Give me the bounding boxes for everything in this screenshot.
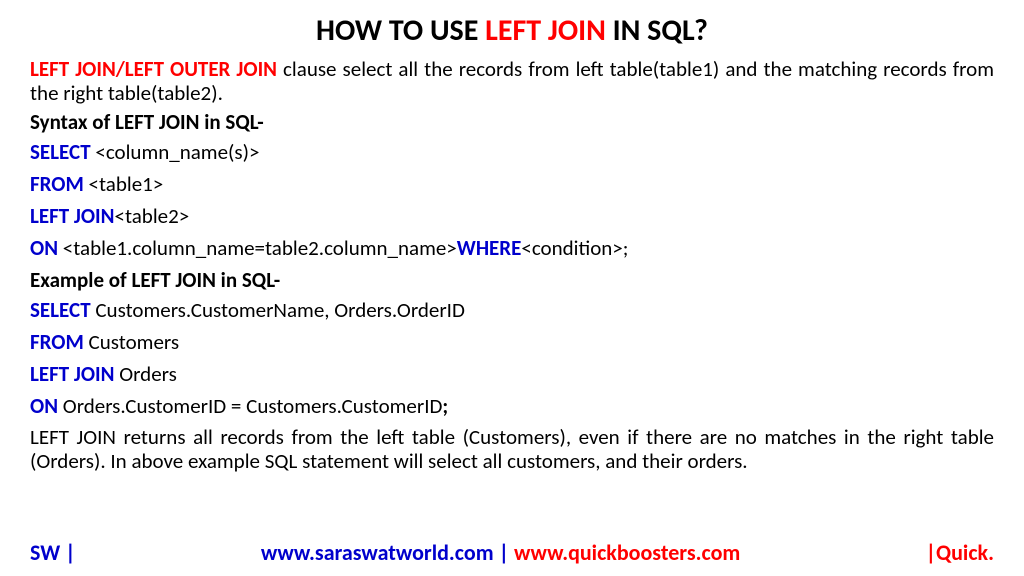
example-keyword-on: ON bbox=[30, 393, 58, 419]
syntax-line-2: FROM <table1> bbox=[30, 171, 994, 197]
example-line-2: FROM Customers bbox=[30, 329, 994, 355]
footer-left: SW | bbox=[30, 539, 76, 566]
page-title: HOW TO USE LEFT JOIN IN SQL? bbox=[30, 12, 994, 49]
syntax-line3-rest: <table2> bbox=[115, 203, 190, 229]
syntax-line2-rest: <table1> bbox=[84, 171, 163, 197]
intro-bold: LEFT JOIN/LEFT OUTER JOIN bbox=[30, 56, 277, 82]
keyword-where: WHERE bbox=[457, 235, 522, 261]
syntax-line-4: ON <table1.column_name=table2.column_nam… bbox=[30, 235, 994, 261]
example-line2-rest: Customers bbox=[84, 329, 179, 355]
title-part2: IN SQL? bbox=[606, 12, 708, 49]
syntax-line-1: SELECT <column_name(s)> bbox=[30, 139, 994, 165]
syntax-heading: Syntax of LEFT JOIN in SQL- bbox=[30, 109, 994, 135]
keyword-leftjoin: LEFT JOIN bbox=[30, 203, 115, 229]
example-line1-rest: Customers.CustomerName, Orders.OrderID bbox=[91, 297, 465, 323]
keyword-from: FROM bbox=[30, 171, 84, 197]
footer: SW | www.saraswatworld.com | www.quickbo… bbox=[0, 539, 1024, 566]
example-keyword-select: SELECT bbox=[30, 297, 91, 323]
keyword-select: SELECT bbox=[30, 139, 91, 165]
footer-center-blue: www.saraswatworld.com | bbox=[261, 539, 514, 566]
example-line4-rest: Orders.CustomerID = Customers.CustomerID bbox=[58, 393, 442, 419]
syntax-line1-rest: <column_name(s)> bbox=[91, 139, 260, 165]
example-keyword-from: FROM bbox=[30, 329, 84, 355]
intro-paragraph: LEFT JOIN/LEFT OUTER JOIN clause select … bbox=[30, 57, 994, 105]
example-line-4: ON Orders.CustomerID = Customers.Custome… bbox=[30, 393, 994, 419]
example-line-1: SELECT Customers.CustomerName, Orders.Or… bbox=[30, 297, 994, 323]
example-heading: Example of LEFT JOIN in SQL- bbox=[30, 267, 994, 293]
keyword-on: ON bbox=[30, 235, 58, 261]
title-highlight: LEFT JOIN bbox=[485, 12, 606, 49]
footer-right: |Quick. bbox=[926, 539, 994, 566]
example-keyword-leftjoin: LEFT JOIN bbox=[30, 361, 115, 387]
syntax-line4-rest2: <condition>; bbox=[521, 235, 628, 261]
example-line3-rest: Orders bbox=[115, 361, 177, 387]
example-line-3: LEFT JOIN Orders bbox=[30, 361, 994, 387]
syntax-line4-rest: <table1.column_name=table2.column_name> bbox=[58, 235, 457, 261]
explanation-paragraph: LEFT JOIN returns all records from the l… bbox=[30, 425, 994, 473]
footer-center-red: www.quickboosters.com bbox=[514, 539, 740, 566]
title-part1: HOW TO USE bbox=[316, 12, 485, 49]
syntax-line-3: LEFT JOIN<table2> bbox=[30, 203, 994, 229]
example-semicolon: ; bbox=[442, 393, 448, 419]
footer-center: www.saraswatworld.com | www.quickbooster… bbox=[261, 539, 740, 566]
